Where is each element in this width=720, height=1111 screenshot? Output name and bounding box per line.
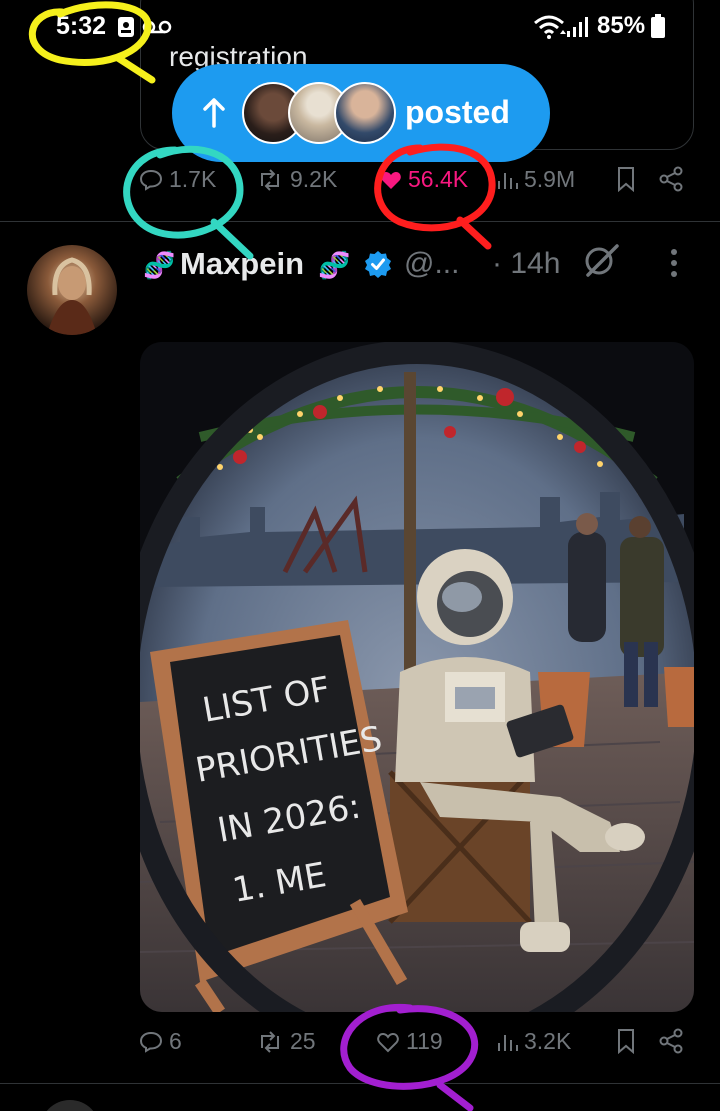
reply-button[interactable]: 6: [139, 1028, 182, 1055]
reply-icon: [139, 169, 163, 191]
posted-label: posted: [405, 94, 510, 130]
author-handle[interactable]: @...: [404, 247, 459, 281]
like-button[interactable]: 56.4K: [380, 166, 468, 193]
new-posts-pill[interactable]: posted: [172, 64, 550, 162]
heart-icon: [377, 1032, 399, 1052]
repost-icon: [261, 1030, 279, 1053]
author-name[interactable]: Maxpein: [180, 246, 304, 282]
repost-icon: [261, 168, 279, 191]
prev-tweet-actions: 1.7K 9.2K 56.4K 5.9M: [0, 166, 720, 206]
dna-emoji-icon: 🧬: [143, 250, 176, 280]
image-icon: [118, 17, 134, 37]
share-icon[interactable]: [658, 166, 684, 192]
reply-button[interactable]: 1.7K: [139, 166, 216, 193]
tweet-media[interactable]: LIST OF PRIORITIES IN 2026: 1. ME: [140, 342, 694, 1012]
tweet-divider: [0, 1083, 720, 1084]
bookmark-icon[interactable]: [616, 1028, 636, 1054]
annotation-tail-likes: [456, 216, 492, 250]
avatar: [334, 82, 396, 144]
status-time: 5:32: [56, 12, 107, 40]
verified-badge-icon: [365, 251, 391, 278]
views-count: 5.9M: [524, 166, 576, 192]
author-avatar-image: [27, 245, 117, 335]
repost-button[interactable]: 9.2K: [256, 166, 337, 193]
tweet-divider: [0, 221, 720, 222]
more-options-icon[interactable]: [669, 248, 679, 278]
views-count: 3.2K: [524, 1028, 572, 1054]
bookmark-icon[interactable]: [616, 166, 636, 192]
like-count: 119: [406, 1028, 443, 1054]
repost-count: 9.2K: [290, 166, 338, 192]
dna-emoji-icon: 🧬: [318, 250, 351, 280]
views-icon: [498, 1034, 518, 1051]
reply-count: 1.7K: [169, 166, 217, 192]
repost-button[interactable]: 25: [256, 1028, 316, 1055]
reply-icon: [139, 1031, 163, 1053]
tweet-actions: 6 25 119 3.2K: [0, 1028, 720, 1068]
grok-icon[interactable]: [582, 242, 620, 278]
tweet-image: LIST OF PRIORITIES IN 2026: 1. ME: [140, 342, 694, 1012]
author-avatar[interactable]: [27, 245, 117, 335]
like-count: 56.4K: [408, 166, 469, 192]
views-icon: [498, 172, 518, 189]
arrow-up-icon: [203, 98, 225, 128]
tweet-timestamp[interactable]: · 14h: [492, 247, 560, 281]
repost-count: 25: [290, 1028, 316, 1054]
like-button[interactable]: 119: [376, 1028, 443, 1055]
reply-count: 6: [169, 1028, 182, 1054]
views-button[interactable]: 5.9M: [496, 166, 575, 193]
next-tweet-avatar[interactable]: [40, 1100, 100, 1111]
share-icon[interactable]: [658, 1028, 684, 1054]
views-button[interactable]: 3.2K: [496, 1028, 571, 1055]
annotation-tail-tweet-likes: [436, 1081, 474, 1111]
heart-filled-icon: [381, 171, 401, 189]
posted-avatars: [242, 82, 396, 144]
